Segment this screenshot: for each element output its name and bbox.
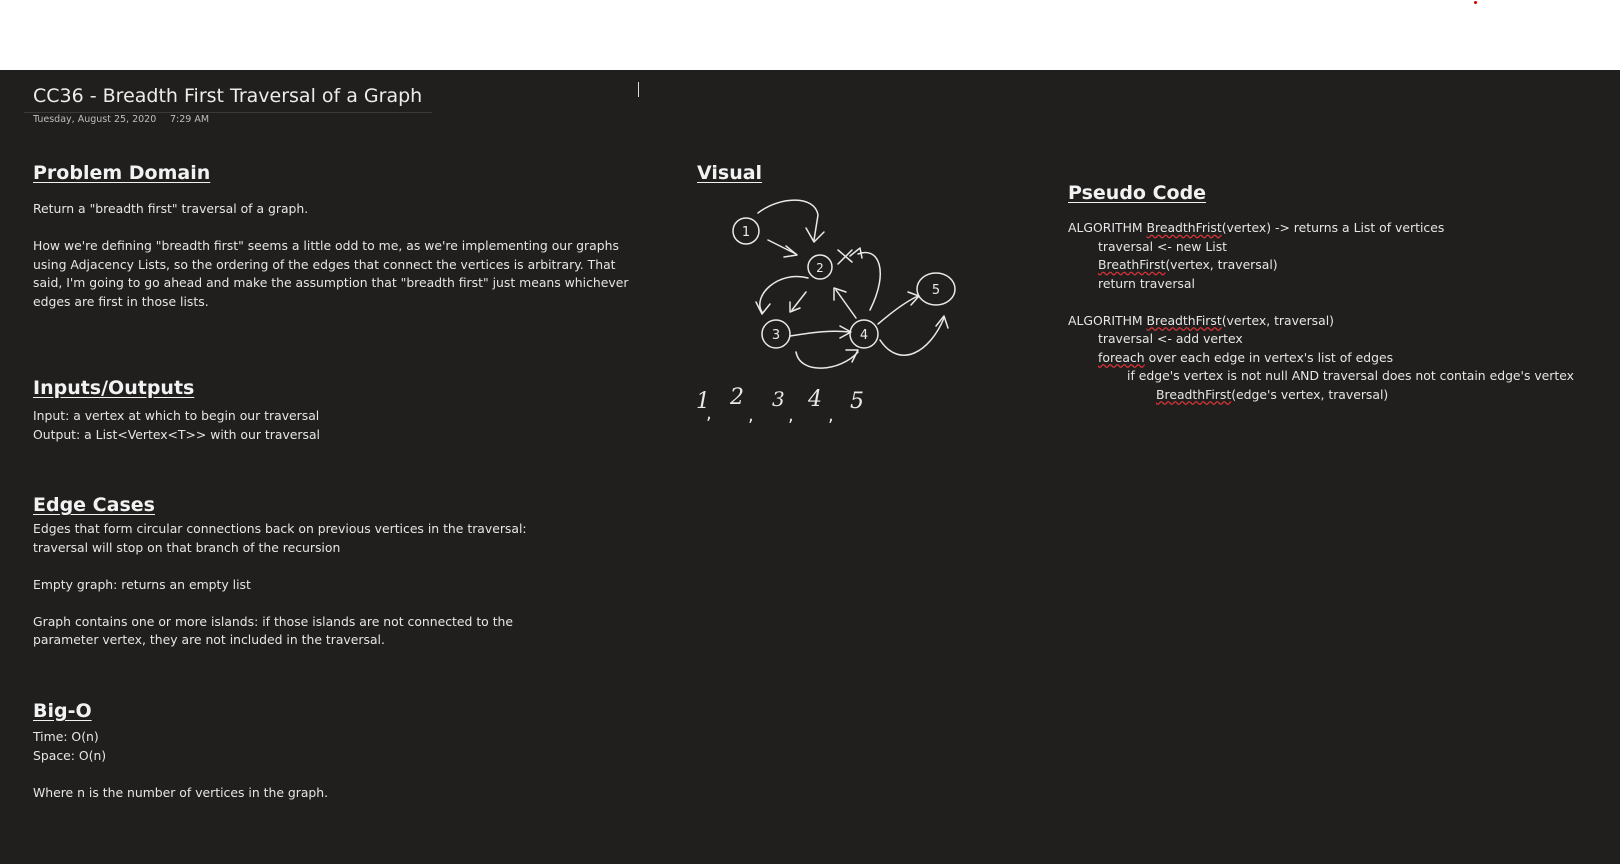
text-line: Edges that form circular connections bac… — [33, 521, 527, 536]
keyword: ALGORITHM — [1068, 220, 1147, 235]
visual-heading: Visual — [697, 162, 763, 184]
page-time: 7:29 AM — [170, 114, 210, 125]
text-line: said, I'm going to go ahead and make the… — [33, 275, 629, 290]
pseudo-line: ALGORITHM BreadthFrist(vertex) -> return… — [1068, 219, 1574, 238]
pseudo-line: traversal <- new List — [1098, 238, 1228, 254]
graph-node-5-label: 5 — [932, 283, 940, 298]
code-text: (vertex, traversal) — [1165, 257, 1278, 272]
edge-case-empty: Empty graph: returns an empty list — [33, 576, 251, 592]
input-line: Input: a vertex at which to begin our tr… — [33, 408, 320, 423]
inputs-outputs-body[interactable]: Input: a vertex at which to begin our tr… — [33, 407, 320, 444]
traversal-item: 2 — [730, 385, 744, 410]
page-title[interactable]: CC36 - Breadth First Traversal of a Grap… — [33, 85, 422, 107]
pseudo-code-heading: Pseudo Code — [1068, 182, 1207, 204]
code-text: over each edge in vertex's list of edges — [1144, 349, 1394, 365]
output-line: Output: a List<Vertex<T>> with our trave… — [33, 426, 320, 442]
text-line: How we're defining "breadth first" seems… — [33, 238, 619, 253]
note-canvas[interactable]: CC36 - Breadth First Traversal of a Grap… — [0, 70, 1620, 864]
space-complexity: Space: O(n) — [33, 747, 107, 763]
text-line: parameter vertex, they are not included … — [33, 632, 385, 647]
big-o-note: Where n is the number of vertices in the… — [33, 784, 329, 800]
text-line: using Adjacency Lists, so the ordering o… — [33, 256, 616, 272]
problem-domain-p2: How we're defining "breadth first" seems… — [33, 237, 629, 311]
edge-3-4-lower — [795, 351, 859, 369]
pseudo-line: traversal <- add vertex — [1098, 331, 1243, 346]
pseudo-line: return traversal — [1098, 275, 1195, 291]
edge-4-2 — [835, 289, 857, 319]
edge-cases-body[interactable]: Edges that form circular connections bac… — [33, 520, 527, 668]
graph-node-3-label: 3 — [772, 328, 780, 343]
comma-mark: , — [828, 405, 834, 426]
traversal-order: 1 , 2 , 3 , 4 , 5 — [690, 385, 880, 435]
title-underline — [24, 112, 432, 113]
pseudo-code-body[interactable]: ALGORITHM BreadthFrist(vertex) -> return… — [1068, 219, 1574, 404]
inputs-outputs-heading: Inputs/Outputs — [33, 377, 195, 399]
pseudo-line: if edge's vertex is not null AND travers… — [1127, 368, 1575, 383]
big-o-body[interactable]: Time: O(n) Space: O(n) Where n is the nu… — [33, 728, 328, 802]
graph-node-4-label: 4 — [860, 328, 868, 343]
problem-domain-p1: Return a "breadth first" traversal of a … — [33, 201, 309, 216]
problem-domain-body[interactable]: Return a "breadth first" traversal of a … — [33, 200, 629, 330]
edge-2-3 — [791, 291, 807, 311]
misspelled-word[interactable]: BreathFirst — [1098, 257, 1165, 272]
text-line: edges are first in those lists. — [33, 293, 209, 309]
edge-3-4 — [789, 330, 851, 337]
edge-1-2-lower — [767, 239, 797, 255]
big-o-heading: Big-O — [33, 700, 92, 722]
misspelled-word[interactable]: BreadthFirst — [1156, 387, 1231, 402]
comma-mark: , — [788, 405, 794, 426]
code-text: (vertex, traversal) — [1221, 312, 1334, 328]
pseudo-line: ALGORITHM BreadthFirst(vertex, traversal… — [1068, 312, 1574, 331]
traversal-item: 3 — [772, 387, 785, 411]
graph-node-2-label: 2 — [816, 261, 824, 275]
comma-mark: , — [748, 405, 754, 426]
edge-case-circular: Edges that form circular connections bac… — [33, 520, 527, 557]
misspelled-word[interactable]: BreadthFirst — [1147, 313, 1222, 328]
top-toolbar-area — [0, 0, 1620, 70]
red-dot-marker — [1474, 1, 1477, 4]
text-line: traversal will stop on that branch of th… — [33, 539, 341, 555]
edge-cases-heading: Edge Cases — [33, 494, 155, 516]
edge-4-5 — [877, 295, 919, 325]
problem-domain-heading: Problem Domain — [33, 162, 211, 184]
edge-case-islands: Graph contains one or more islands: if t… — [33, 613, 527, 650]
graph-node-1-label: 1 — [742, 225, 750, 240]
misspelled-word[interactable]: BreadthFrist — [1147, 220, 1222, 235]
pseudo-line: BreathFirst(vertex, traversal) — [1068, 256, 1574, 275]
code-text: (vertex) -> returns a List of vertices — [1221, 220, 1445, 235]
page-date: Tuesday, August 25, 2020 — [33, 114, 157, 125]
traversal-item: 5 — [850, 389, 864, 414]
misspelled-word[interactable]: foreach — [1098, 350, 1145, 365]
code-text: (edge's vertex, traversal) — [1231, 386, 1389, 402]
arrowhead — [755, 301, 771, 315]
hand-drawn-graph[interactable]: 1 2 3 4 5 — [690, 188, 970, 523]
text-cursor — [638, 82, 639, 97]
edge-4-5-lower — [879, 317, 945, 356]
edge-4-2-loop — [857, 251, 881, 311]
keyword: ALGORITHM — [1068, 312, 1147, 328]
time-complexity: Time: O(n) — [33, 729, 99, 744]
traversal-item: 4 — [808, 387, 822, 412]
comma-mark: , — [706, 403, 712, 424]
text-line: Graph contains one or more islands: if t… — [33, 613, 514, 629]
pseudo-line: foreach over each edge in vertex's list … — [1068, 349, 1574, 368]
crossed-out-x — [837, 249, 853, 265]
pseudo-line: BreadthFirst(edge's vertex, traversal) — [1068, 386, 1574, 405]
